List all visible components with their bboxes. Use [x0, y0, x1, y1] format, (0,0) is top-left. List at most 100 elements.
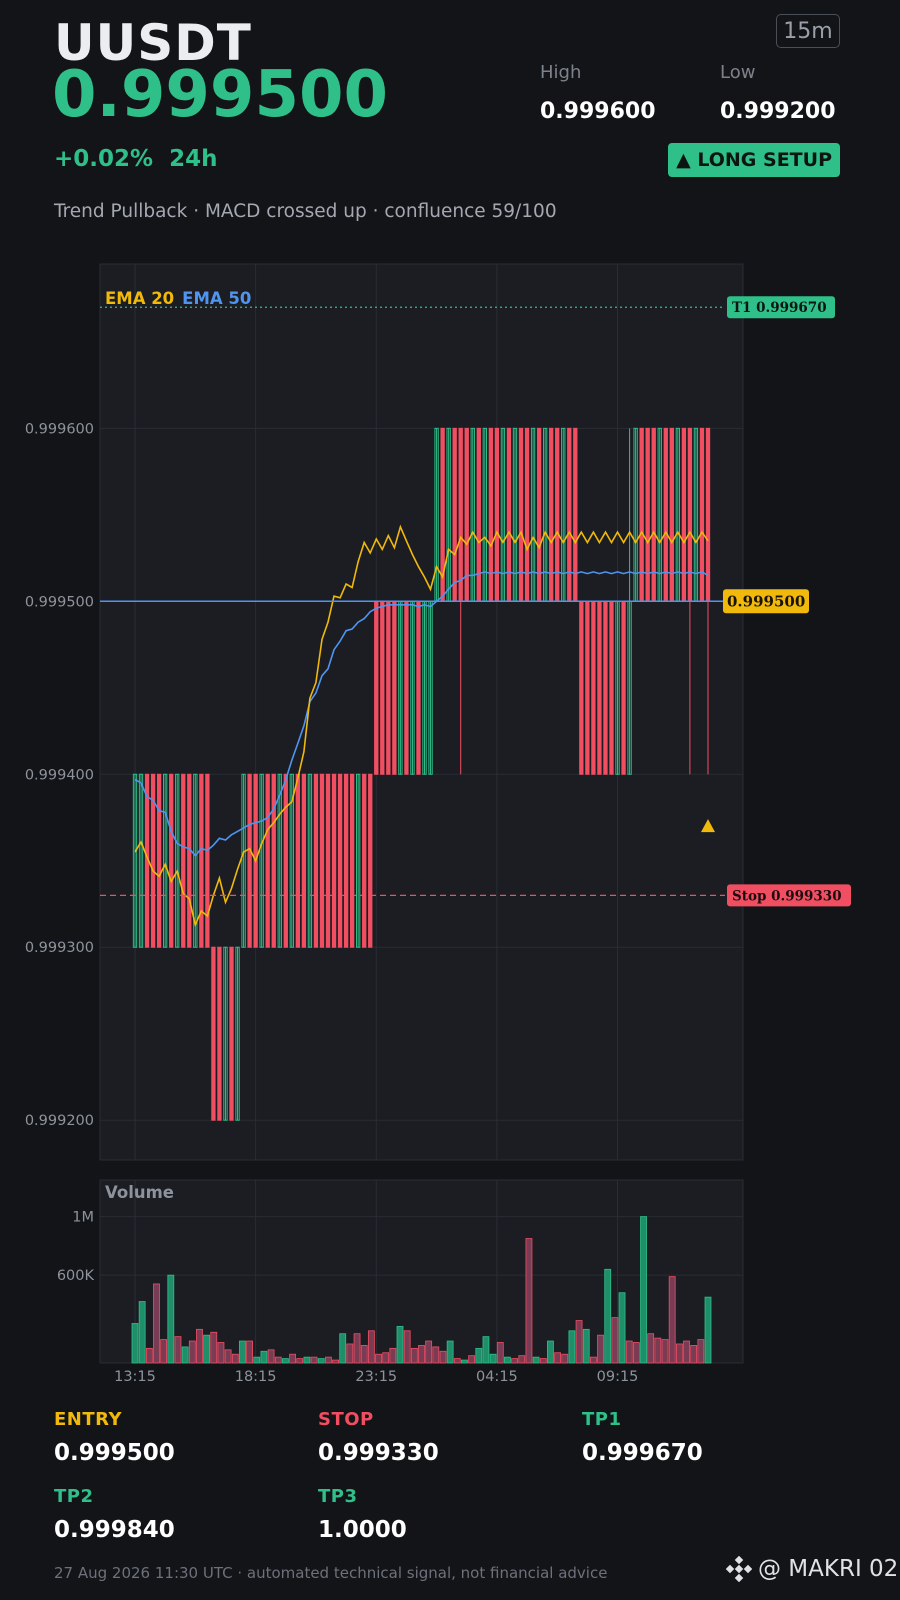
price-tick-label: 0.999400	[25, 767, 94, 783]
tp2-value: 0.999840	[54, 1517, 175, 1543]
volume-bar	[174, 1336, 182, 1364]
candle-body	[591, 600, 596, 775]
volume-bar	[167, 1274, 175, 1364]
candle-body	[651, 427, 656, 602]
volume-bar	[389, 1347, 397, 1364]
volume-bar	[496, 1342, 504, 1364]
volume-bar	[575, 1320, 583, 1364]
candle-body	[319, 773, 325, 948]
candle-body	[573, 427, 578, 602]
volume-bar	[274, 1356, 282, 1364]
volume-bar	[153, 1283, 160, 1364]
volume-title: Volume	[105, 1183, 174, 1202]
brand-watermark: @ MAKRI 02	[726, 1556, 898, 1582]
candle-body	[567, 427, 572, 602]
volume-bar	[647, 1333, 655, 1364]
candle-body	[494, 427, 500, 602]
candle-body	[211, 946, 216, 1121]
candle-body	[603, 600, 608, 775]
candle-body	[506, 427, 512, 602]
volume-bar	[410, 1347, 418, 1364]
candle-body	[295, 773, 301, 948]
volume-bar	[453, 1358, 461, 1364]
tp3-value: 1.0000	[318, 1517, 407, 1543]
volume-bar	[582, 1328, 590, 1364]
volume-bar	[403, 1330, 411, 1364]
legend-ema50: EMA 50	[182, 289, 251, 308]
footer-disclaimer: 27 Aug 2026 11:30 UTC · automated techni…	[54, 1564, 608, 1582]
price-tick-label: 0.999300	[25, 940, 94, 956]
volume-bar	[138, 1301, 146, 1364]
candle-body	[156, 773, 162, 948]
candle-body	[301, 773, 307, 948]
volume-bar	[489, 1353, 497, 1364]
tp2-label: TP2	[54, 1486, 94, 1507]
candle-body	[229, 946, 234, 1121]
volume-bar	[425, 1340, 433, 1364]
volume-bar	[668, 1276, 676, 1364]
candle-body	[313, 773, 319, 948]
volume-bar	[181, 1346, 189, 1364]
volume-bar	[131, 1323, 139, 1364]
volume-bar	[561, 1353, 569, 1364]
volume-tick-label: 600K	[57, 1268, 95, 1284]
candle-body	[187, 773, 192, 948]
volume-bar	[611, 1317, 619, 1364]
volume-bar	[618, 1292, 626, 1364]
volume-bar	[525, 1238, 533, 1364]
current-price-tag-label: 0.999500	[727, 592, 805, 610]
tp1-label: TP1	[582, 1409, 622, 1430]
volume-bar	[324, 1356, 332, 1364]
volume-bar	[632, 1342, 640, 1364]
candle-body	[380, 600, 385, 775]
volume-bar	[210, 1331, 218, 1364]
volume-bar	[332, 1359, 339, 1364]
volume-bar	[518, 1355, 526, 1364]
candle-body	[283, 773, 288, 948]
candle-body	[609, 600, 614, 775]
volume-bar	[461, 1359, 468, 1364]
candle-body	[205, 773, 210, 948]
volume-bar	[590, 1356, 597, 1364]
volume-bar	[418, 1345, 425, 1364]
volume-bar	[683, 1340, 690, 1364]
volume-bar	[188, 1340, 196, 1364]
volume-bar	[375, 1353, 382, 1364]
candle-body	[247, 773, 252, 948]
price-tick-label: 0.999500	[25, 594, 94, 610]
volume-bar	[217, 1342, 225, 1364]
price-chart: 0.999600 0.999500 0.999400 0.999300 0.999200…	[25, 263, 851, 1385]
candle-body	[199, 773, 204, 948]
candle-body	[669, 427, 674, 602]
volume-bar	[353, 1333, 361, 1364]
tp1-value: 0.999670	[582, 1440, 703, 1466]
volume-bar	[303, 1356, 311, 1364]
volume-bar	[475, 1347, 483, 1364]
candle-body	[524, 427, 530, 602]
volume-bar	[625, 1340, 633, 1364]
volume-bar	[690, 1345, 698, 1364]
volume-bar	[604, 1268, 612, 1364]
candle-body	[488, 427, 494, 602]
candle-body	[621, 600, 626, 775]
volume-bar	[568, 1330, 576, 1364]
legend-ema20: EMA 20	[105, 289, 174, 308]
candle-body	[536, 427, 542, 602]
candle-body	[416, 600, 421, 775]
candle-body	[555, 427, 560, 602]
entry-value: 0.999500	[54, 1440, 175, 1466]
candle-body	[476, 427, 481, 602]
volume-bar	[675, 1343, 683, 1364]
candle-body	[687, 427, 693, 602]
volume-bar	[196, 1328, 203, 1364]
time-tick-label: 13:15	[114, 1369, 156, 1385]
candle-body	[368, 773, 373, 948]
candle-body	[699, 427, 705, 602]
volume-bar	[145, 1347, 153, 1364]
time-tick-label: 04:15	[476, 1369, 518, 1385]
candle-body	[458, 427, 463, 602]
volume-bar	[432, 1346, 440, 1364]
volume-bar	[253, 1356, 261, 1364]
volume-bar	[203, 1334, 211, 1364]
candle-body	[639, 427, 644, 602]
